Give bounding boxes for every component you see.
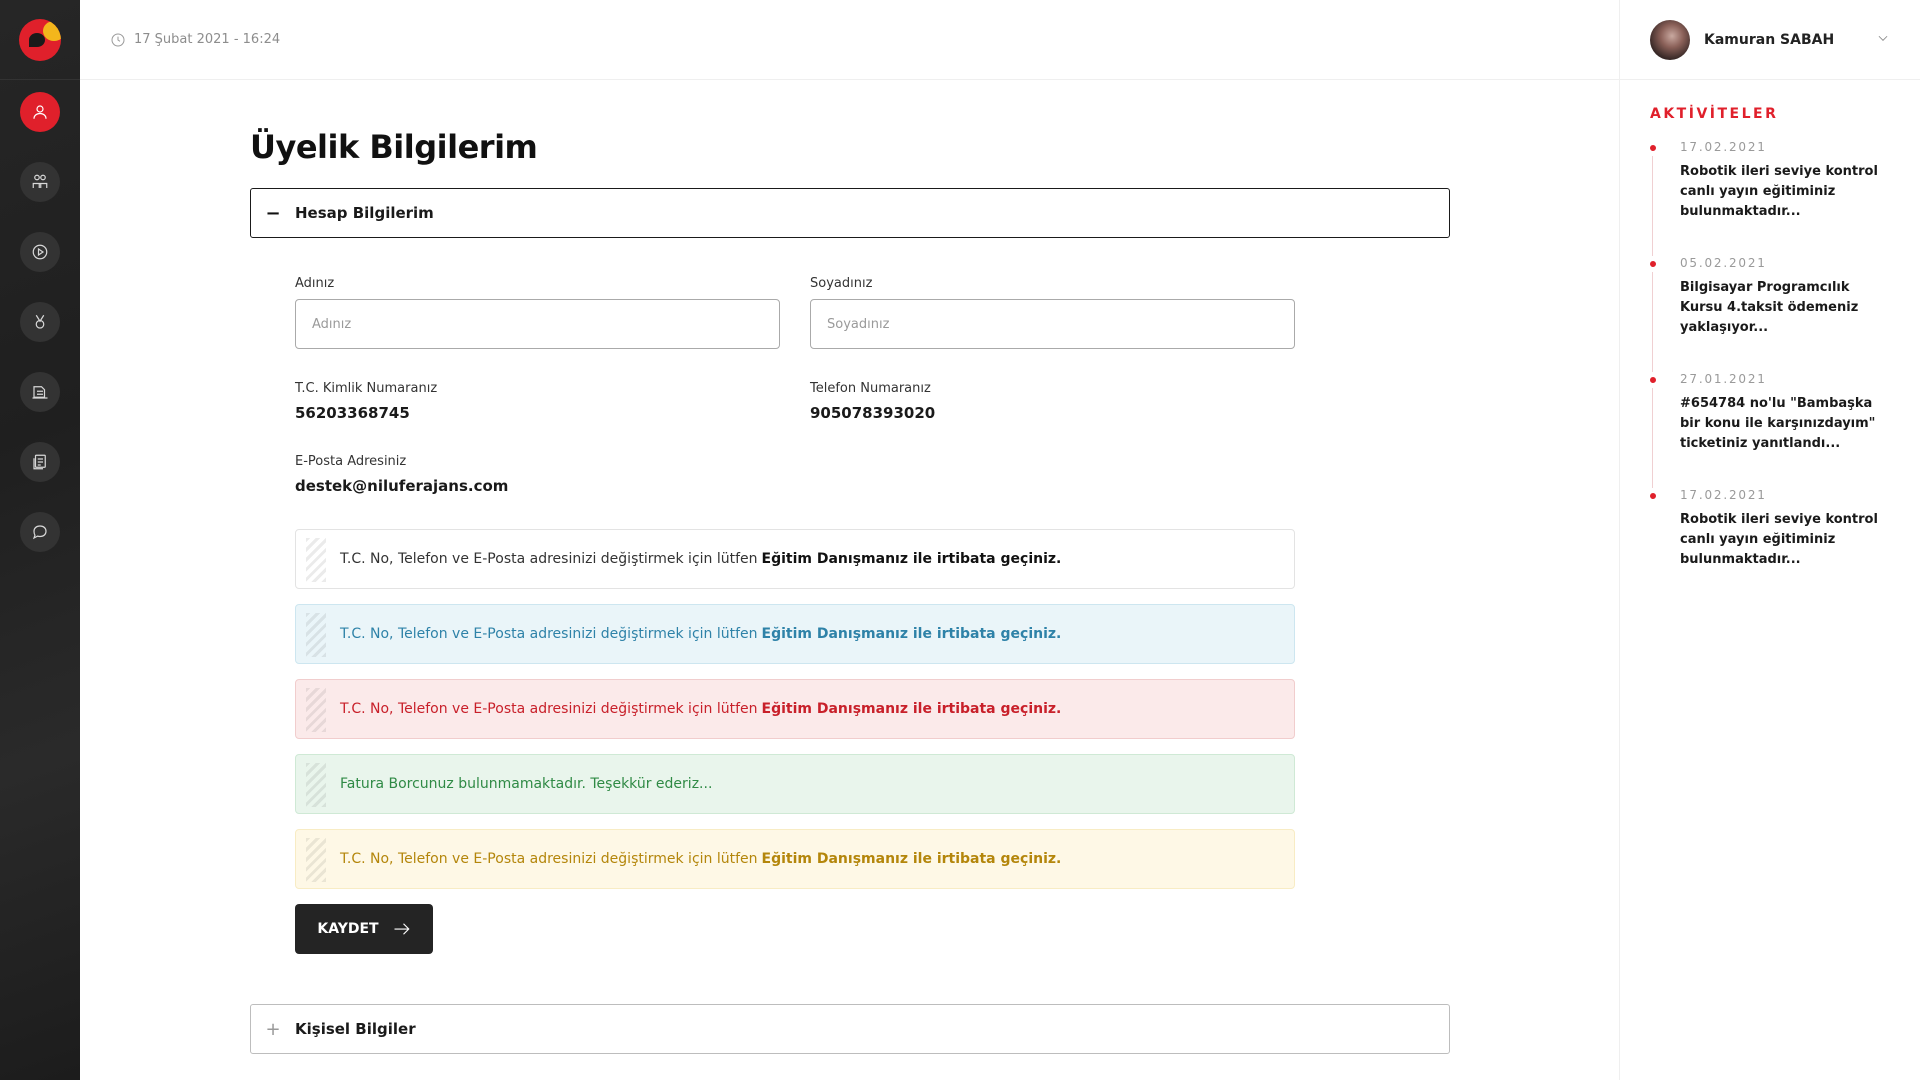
phone-value: 905078393020 [810,404,936,422]
minus-icon: − [265,202,281,224]
students-icon [32,174,48,188]
alert-info-text: T.C. No, Telefon ve E-Posta adresinizi d… [340,626,758,642]
activities-list: 17.02.2021 Robotik ileri seviye kontrol … [1650,140,1890,570]
first-name-label: Adınız [295,276,335,291]
avatar [1650,19,1690,60]
phone-group: Telefon Numaranız 905078393020 [810,381,1295,422]
activity-date: 17.02.2021 [1680,140,1767,154]
activity-item[interactable]: 05.02.2021 Bilgisayar Programcılık Kursu… [1650,256,1890,372]
alert-danger-strong: Eğitim Danışmanız ile irtibata geçiniz. [761,701,1062,717]
activities-title: AKTİVİTELER [1650,106,1779,122]
activity-text: Bilgisayar Programcılık Kursu 4.taksit ö… [1680,280,1859,335]
activity-text: Robotik ileri seviye kontrol canlı yayın… [1680,512,1878,567]
sidebar-item-messages[interactable] [20,512,60,552]
sidebar-item-profile[interactable] [20,92,60,132]
topbar: 17 Şubat 2021 - 16:24 [80,0,1620,80]
accordion-account-header[interactable]: − Hesap Bilgilerim [250,188,1450,238]
alert-info-strong: Eğitim Danışmanız ile irtibata geçiniz. [761,626,1062,642]
activities: AKTİVİTELER 17.02.2021 Robotik ileri sev… [1620,80,1920,570]
alert-plain-text: T.C. No, Telefon ve E-Posta adresinizi d… [340,551,758,567]
right-panel: Kamuran SABAH AKTİVİTELER 17.02.2021 Rob… [1619,0,1920,1080]
phone-label: Telefon Numaranız [810,381,931,396]
datetime: 17 Şubat 2021 - 16:24 [110,32,280,48]
contact-row: T.C. Kimlik Numaranız 56203368745 Telefo… [295,381,1450,422]
last-name-input[interactable] [810,299,1295,349]
activity-text: Robotik ileri seviye kontrol canlı yayın… [1680,164,1878,219]
plus-icon: + [265,1018,281,1040]
user-name: Kamuran SABAH [1704,31,1835,48]
books-icon [32,386,48,399]
accordion-account-label: Hesap Bilgilerim [295,204,434,222]
last-name-label: Soyadınız [810,276,873,291]
alert-danger-text: T.C. No, Telefon ve E-Posta adresinizi d… [340,701,758,717]
alert-stripe [306,613,326,657]
alert-danger: T.C. No, Telefon ve E-Posta adresinizi d… [295,679,1295,739]
user-icon [33,105,47,119]
email-value: destek@niluferajans.com [295,477,509,495]
sidebar-nav [0,92,80,552]
arrow-right-icon [394,923,410,935]
sidebar [0,0,80,1080]
user-menu[interactable]: Kamuran SABAH [1620,0,1920,80]
accordion-personal-header[interactable]: + Kişisel Bilgiler [250,1004,1450,1054]
alert-stripe [306,538,326,582]
alert-warning-text: T.C. No, Telefon ve E-Posta adresinizi d… [340,851,758,867]
datetime-text: 17 Şubat 2021 - 16:24 [134,32,281,47]
activity-item[interactable]: 27.01.2021 #654784 no'lu "Bambaşka bir k… [1650,372,1890,488]
alert-info: T.C. No, Telefon ve E-Posta adresinizi d… [295,604,1295,664]
medal-icon [35,314,45,329]
sidebar-item-videos[interactable] [20,232,60,272]
brand-logo[interactable] [19,18,61,61]
alert-success: Fatura Borcunuz bulunmamaktadır. Teşekkü… [295,754,1295,814]
play-icon [32,244,48,260]
alert-plain-strong: Eğitim Danışmanız ile irtibata geçiniz. [761,551,1062,567]
first-name-input[interactable] [295,299,780,349]
first-name-group: Adınız [295,276,780,349]
activity-date: 05.02.2021 [1680,256,1767,270]
alert-warning: T.C. No, Telefon ve E-Posta adresinizi d… [295,829,1295,889]
email-label: E-Posta Adresiniz [295,454,407,469]
email-group: E-Posta Adresiniz destek@niluferajans.co… [295,454,1450,495]
clock-icon [111,33,125,46]
logo-area [0,0,80,80]
page-title: Üyelik Bilgilerim [250,128,538,166]
alert-stripe [306,688,326,732]
alert-stripe [306,763,326,807]
save-button[interactable]: KAYDET [295,904,433,954]
activity-item[interactable]: 17.02.2021 Robotik ileri seviye kontrol … [1650,488,1890,570]
activity-date: 17.02.2021 [1680,488,1767,502]
alert-stripe [306,838,326,882]
documents-icon [33,454,46,470]
tc-label: T.C. Kimlik Numaranız [295,381,438,396]
sidebar-item-achievements[interactable] [20,302,60,342]
chat-icon [32,525,47,540]
chevron-down-icon[interactable] [1876,30,1890,49]
accordion-account-body: Adınız Soyadınız T.C. Kimlik Numaranız 5… [250,276,1450,954]
activity-item[interactable]: 17.02.2021 Robotik ileri seviye kontrol … [1650,140,1890,256]
main-content: Üyelik Bilgilerim − Hesap Bilgilerim Adı… [250,80,1450,1054]
last-name-group: Soyadınız [810,276,1295,349]
name-row: Adınız Soyadınız [295,276,1450,349]
save-button-label: KAYDET [317,921,379,937]
sidebar-item-students[interactable] [20,162,60,202]
sidebar-item-courses[interactable] [20,372,60,412]
sidebar-item-documents[interactable] [20,442,60,482]
alert-plain: T.C. No, Telefon ve E-Posta adresinizi d… [295,529,1295,589]
accordion-personal-label: Kişisel Bilgiler [295,1020,416,1038]
alerts: T.C. No, Telefon ve E-Posta adresinizi d… [295,529,1450,889]
tc-group: T.C. Kimlik Numaranız 56203368745 [295,381,780,422]
tc-value: 56203368745 [295,404,410,422]
activity-text: #654784 no'lu "Bambaşka bir konu ile kar… [1680,396,1876,451]
alert-success-text: Fatura Borcunuz bulunmamaktadır. Teşekkü… [340,776,713,792]
alert-warning-strong: Eğitim Danışmanız ile irtibata geçiniz. [761,851,1062,867]
activity-date: 27.01.2021 [1680,372,1767,386]
